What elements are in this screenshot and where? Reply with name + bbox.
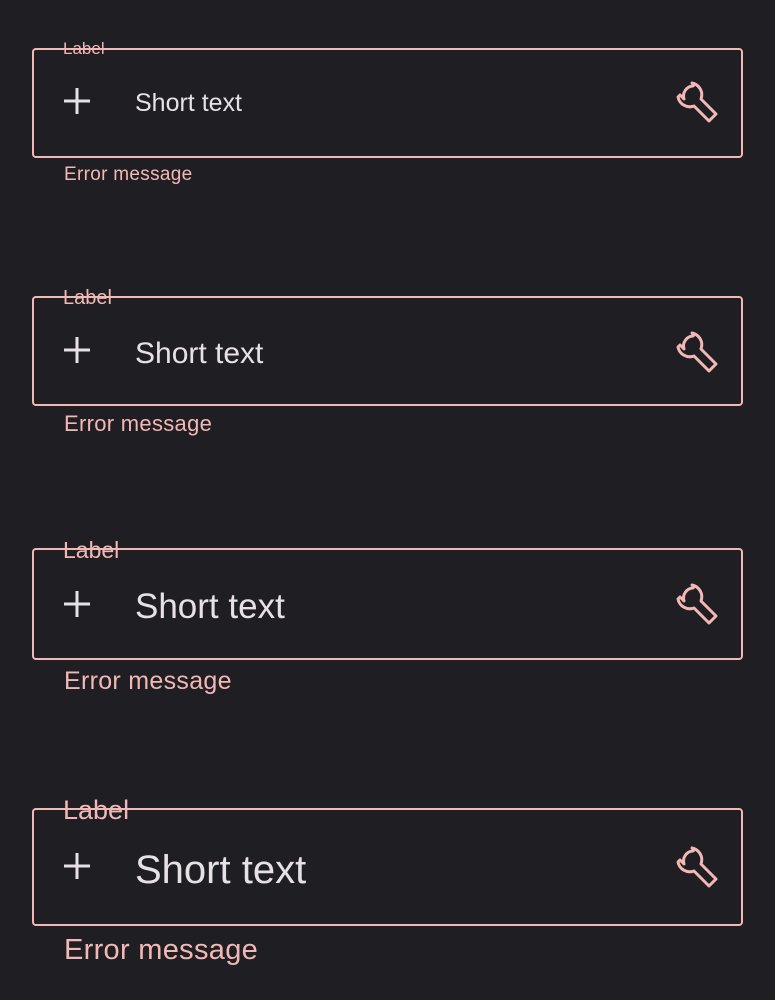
plus-icon[interactable] (62, 589, 92, 619)
wrench-icon[interactable] (675, 582, 719, 626)
error-message: Error message (64, 164, 193, 185)
error-message: Error message (64, 667, 232, 695)
field-label: Label (63, 39, 105, 58)
plus-icon[interactable] (62, 335, 92, 365)
field-input-value[interactable]: Short text (135, 589, 285, 624)
text-field-error-xlarge: Label Short text Error message (32, 793, 743, 973)
field-input-value[interactable]: Short text (135, 850, 306, 890)
field-label: Label (63, 537, 120, 563)
error-message: Error message (64, 934, 259, 966)
wrench-icon[interactable] (675, 845, 719, 889)
error-message: Error message (64, 411, 213, 436)
wrench-icon[interactable] (675, 330, 719, 374)
plus-icon[interactable] (62, 851, 92, 881)
plus-icon[interactable] (62, 86, 92, 116)
field-input-value[interactable]: Short text (135, 91, 242, 116)
field-label: Label (63, 287, 112, 309)
wrench-icon[interactable] (675, 80, 719, 124)
text-field-error-medium: Label Short text Error message (32, 286, 743, 446)
field-label: Label (63, 795, 130, 825)
field-input-value[interactable]: Short text (135, 339, 263, 369)
text-field-error-large: Label Short text Error message (32, 536, 743, 701)
text-field-error-small: Label Short text Error message (32, 40, 743, 190)
